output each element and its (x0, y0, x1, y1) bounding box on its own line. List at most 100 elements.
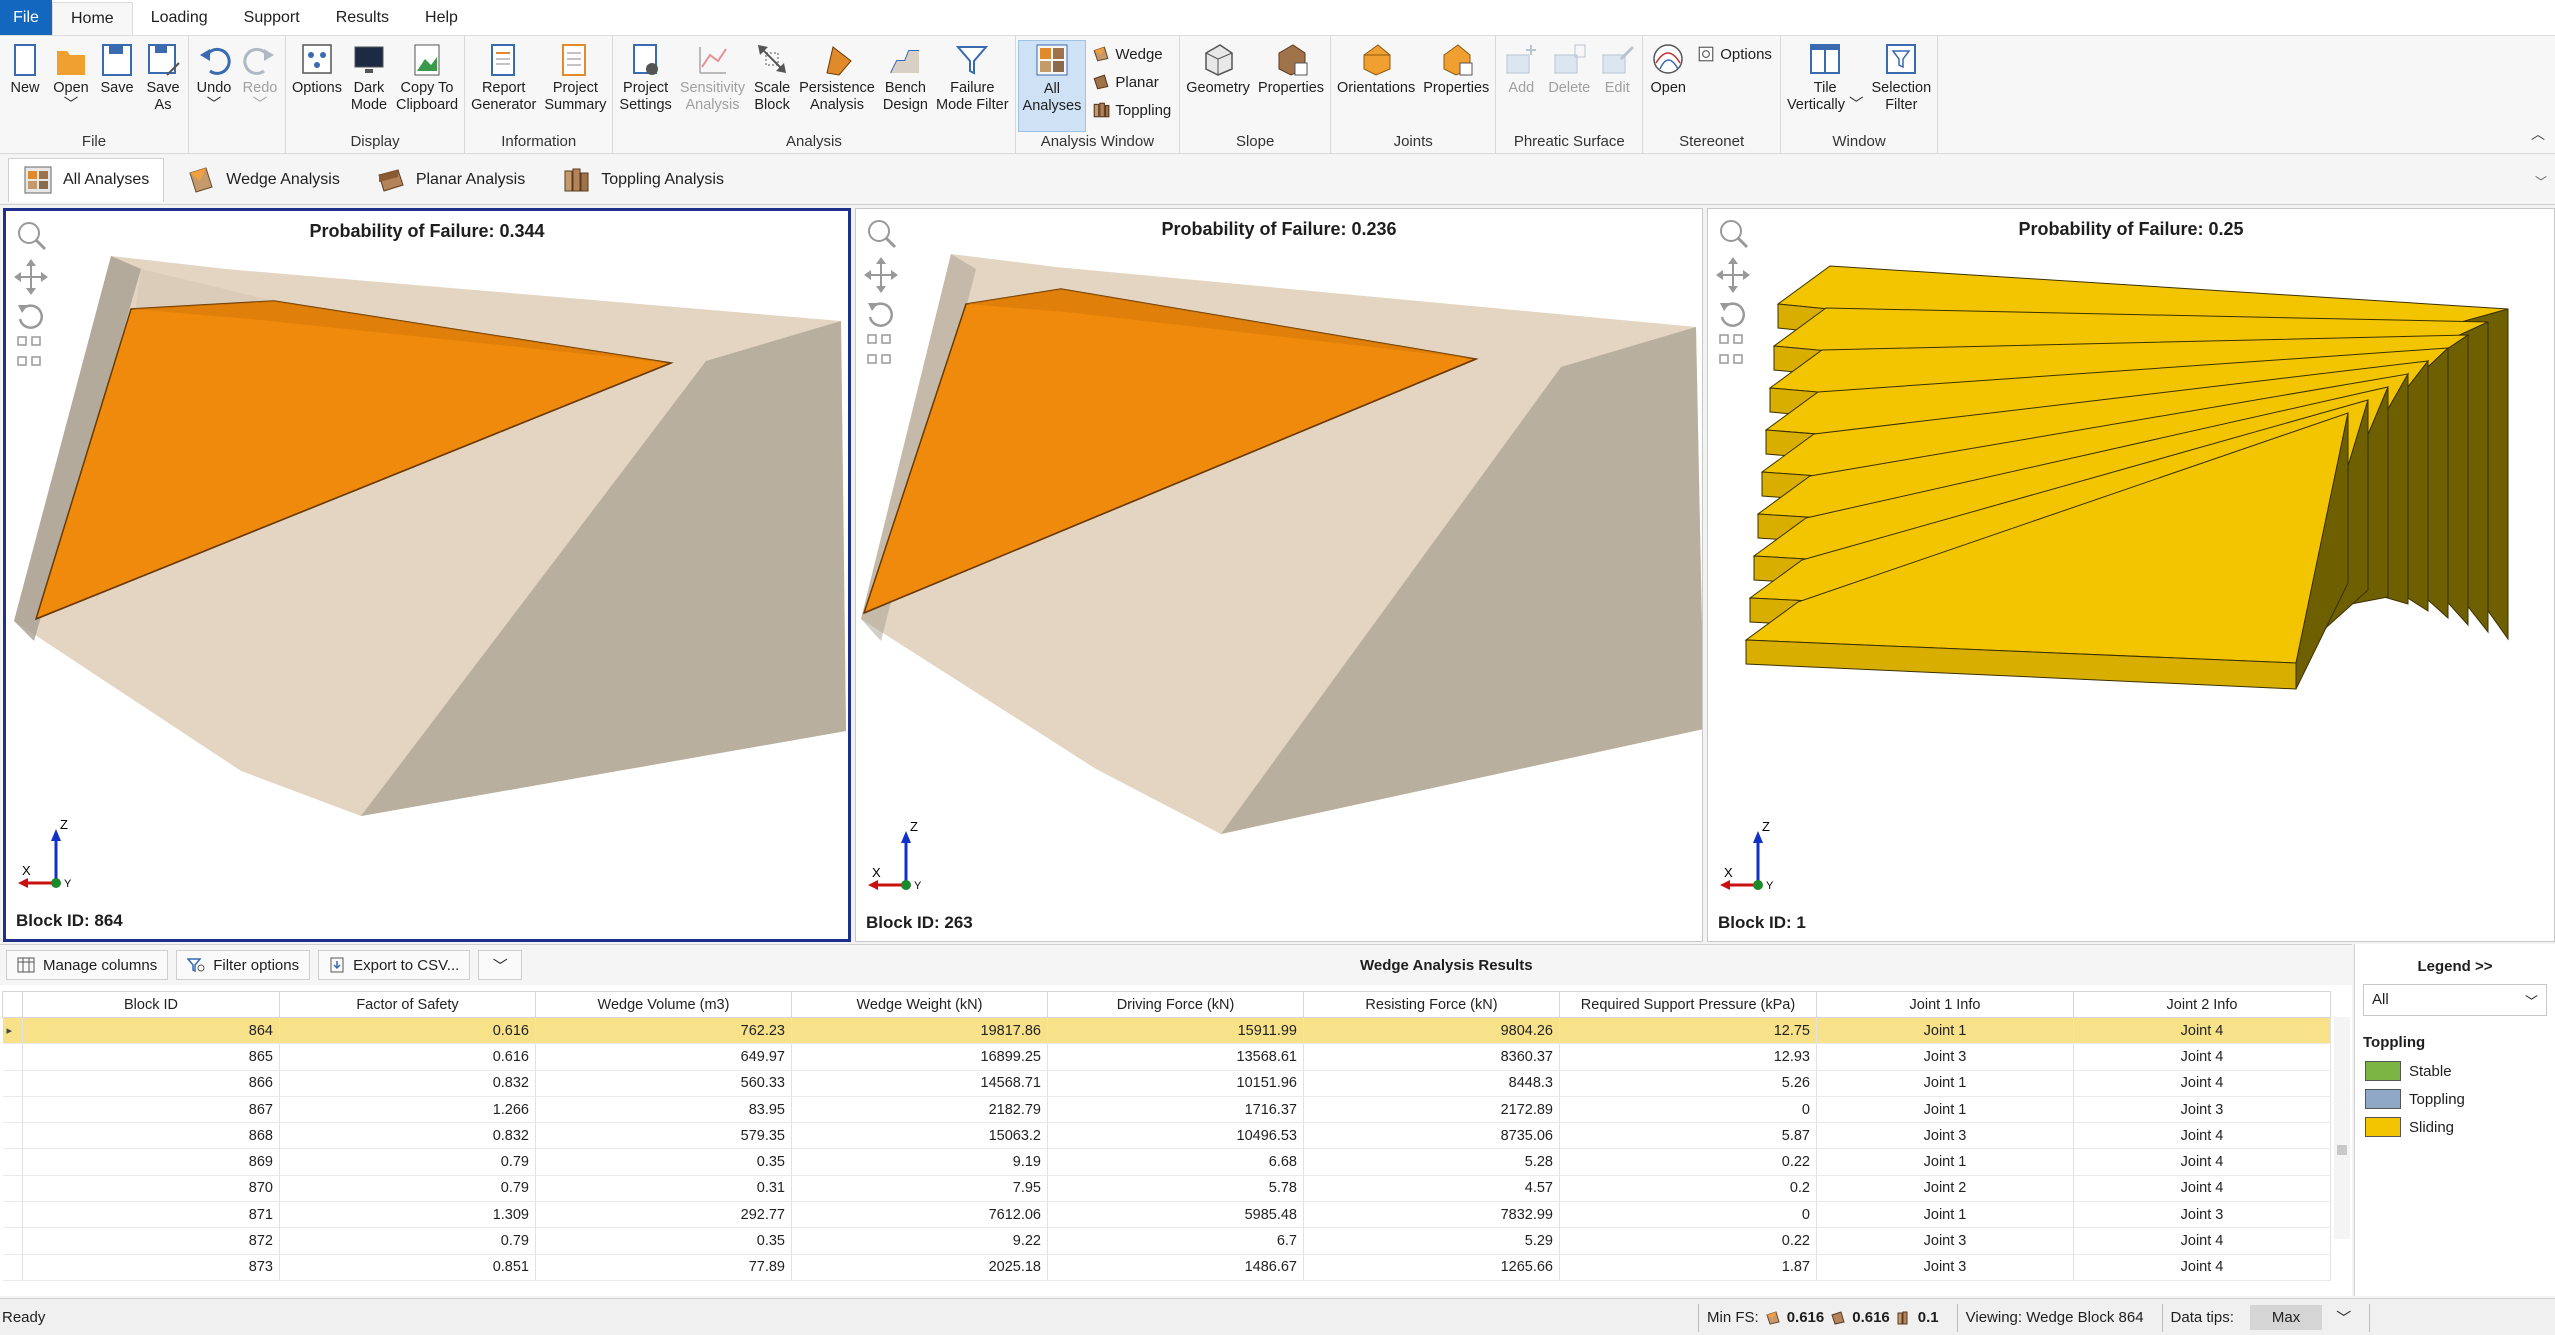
ribbon-button-orientations[interactable]: Orientations (1333, 40, 1419, 132)
ribbon-button-label: Orientations (1337, 80, 1416, 96)
viewport-all-analyses-wedge[interactable]: Probability of Failure: 0.344 Z X Y Bloc… (3, 208, 851, 942)
zoom-icon[interactable] (1720, 220, 1749, 249)
ribbon-button-persistence[interactable]: Persistence Analysis (795, 40, 879, 132)
pan-icon[interactable] (14, 259, 48, 295)
ribbon-button-geometry[interactable]: Geometry (1182, 40, 1254, 132)
legend-header[interactable]: Legend >> (2355, 958, 2555, 975)
ribbon-button-scale[interactable]: Scale Block (749, 40, 795, 132)
column-header[interactable]: Driving Force (kN) (1047, 991, 1304, 1018)
viewport-toppling-analysis[interactable]: Probability of Failure: 0.25 Z X Y Block… (1707, 208, 2555, 942)
viewport-wedge-analysis[interactable]: Probability of Failure: 0.236 Z X Y Bloc… (855, 208, 1703, 942)
column-header[interactable]: Wedge Weight (kN) (791, 991, 1048, 1018)
table-row[interactable]: 871 1.309 292.77 7612.06 5985.48 7832.99 0 Join… (2, 1201, 2331, 1229)
row-indicator (2, 1070, 23, 1097)
table-row[interactable]: 867 1.266 83.95 2182.79 1716.37 2172.89 0 Joint… (2, 1096, 2331, 1124)
ribbon-button-properties[interactable]: Properties (1254, 40, 1328, 132)
ribbon-small-toppling[interactable]: Toppling (1092, 98, 1171, 122)
table-row[interactable]: 866 0.832 560.33 14568.71 10151.96 8448.3 5.26… (2, 1070, 2331, 1097)
ribbon-button-bench[interactable]: Bench Design (879, 40, 932, 132)
column-header[interactable]: Wedge Volume (m3) (535, 991, 792, 1018)
row-indicator: ▸ (2, 1017, 23, 1045)
column-header[interactable]: Joint 2 Info (2073, 991, 2331, 1018)
table-row[interactable]: ▸ 864 0.616 762.23 19817.86 15911.99 9804.26 12… (2, 1017, 2331, 1045)
pan-icon[interactable] (864, 257, 898, 293)
column-header[interactable]: Factor of Safety (279, 991, 536, 1018)
export-csv-button[interactable]: Export to CSV... (318, 950, 471, 980)
tabs-overflow-icon[interactable]: ﹀ (2535, 173, 2547, 190)
stereonet-icon (1650, 40, 1686, 80)
ribbon-button-copy-to[interactable]: Copy To Clipboard (392, 40, 462, 132)
export-dropdown-button[interactable]: ﹀ (478, 950, 523, 980)
summary-icon (557, 40, 593, 80)
edit-icon (1599, 40, 1635, 80)
data-tips-max-select[interactable]: Max (2249, 1305, 2323, 1330)
ribbon-button-options[interactable]: Options (288, 40, 346, 132)
ribbon-group-label: Joints (1393, 133, 1433, 150)
ribbon-button-tile[interactable]: Tile Vertically ﹀ (1783, 40, 1868, 132)
table-row[interactable]: 869 0.79 0.35 9.19 6.68 5.28 0.22 Joint 1 Joint … (2, 1148, 2331, 1176)
tab-all-analyses[interactable]: All Analyses (8, 157, 165, 202)
chevron-down-icon[interactable]: ﹀ (2336, 1307, 2351, 1328)
menu-home[interactable]: Home (52, 2, 133, 35)
ribbon-button-label: Add (1508, 80, 1535, 96)
ribbon-group-label (189, 132, 285, 154)
menu-results[interactable]: Results (318, 0, 407, 35)
ribbon-small-label: Planar (1115, 73, 1159, 91)
zoom-icon[interactable] (868, 220, 897, 249)
filter-options-button[interactable]: Filter options (176, 950, 311, 980)
results-grid[interactable]: Block ID Factor of Safety Wedge Volume (m3… (2, 991, 2334, 1291)
ribbon-button-failure[interactable]: Failure Mode Filter (932, 40, 1013, 132)
ribbon-button-open[interactable]: Open ﹀ (48, 40, 94, 132)
menu-loading[interactable]: Loading (133, 0, 226, 35)
ribbon-button-undo[interactable]: Undo ﹀ (191, 40, 237, 132)
ribbon-button-project[interactable]: Project Settings (615, 40, 675, 132)
table-cell: 16899.25 (791, 1043, 1048, 1071)
ribbon-button-selection[interactable]: Selection Filter (1868, 40, 1936, 132)
tab-planar-analysis[interactable]: Planar Analysis (362, 158, 539, 202)
legend-select[interactable]: All ﹀ (2363, 984, 2547, 1016)
ribbon-button-project[interactable]: Project Summary (540, 40, 610, 132)
menu-file[interactable]: File (0, 0, 52, 35)
ribbon-button-save[interactable]: Save (94, 40, 140, 132)
ribbon-small-wedge[interactable]: Wedge (1092, 42, 1171, 66)
ribbon-button-save[interactable]: Save As (140, 40, 186, 132)
table-row[interactable]: 873 0.851 77.89 2025.18 1486.67 1265.66 1.87 Jo… (2, 1254, 2331, 1281)
table-row[interactable]: 872 0.79 0.35 9.22 6.7 5.29 0.22 Joint 3 Joint 4 (2, 1227, 2331, 1255)
table-cell: 869 (22, 1148, 280, 1176)
viewport-title: Probability of Failure: 0.25 (2018, 219, 2244, 239)
rotate-icon[interactable] (868, 302, 893, 327)
pan-icon[interactable] (1716, 257, 1750, 293)
tab-toppling-analysis[interactable]: Toppling Analysis (547, 158, 738, 202)
menu-support[interactable]: Support (226, 0, 318, 35)
fit-view-icon[interactable] (867, 334, 891, 364)
manage-columns-label: Manage columns (43, 956, 158, 974)
ribbon-small-options[interactable]: Options (1697, 42, 1772, 66)
table-row[interactable]: 865 0.616 649.97 16899.25 13568.61 8360.37 12.… (2, 1043, 2331, 1071)
column-header[interactable]: Joint 1 Info (1816, 991, 2074, 1018)
ribbon-button-new[interactable]: New (2, 40, 48, 132)
ribbon-button-open[interactable]: Open (1645, 40, 1691, 132)
ribbon-button-all[interactable]: All Analyses (1017, 40, 1087, 132)
ribbon-button-report[interactable]: Report Generator (467, 40, 540, 132)
fit-view-icon[interactable] (17, 336, 41, 366)
fit-view-icon[interactable] (1719, 334, 1743, 364)
table-header: Block ID Factor of Safety Wedge Volume (m3… (2, 991, 2331, 1018)
table-row[interactable]: 870 0.79 0.31 7.95 5.78 4.57 0.2 Joint 2 Joint 4 (2, 1175, 2331, 1203)
ribbon-button-dark[interactable]: Dark Mode (346, 40, 392, 132)
zoom-icon[interactable] (18, 222, 47, 251)
menu-bar: File Home Loading Support Results Help (0, 0, 2555, 36)
grid-scrollbar[interactable] (2334, 1017, 2350, 1239)
rotate-icon[interactable] (18, 304, 43, 329)
ribbon-small-planar[interactable]: Planar (1092, 70, 1171, 94)
column-header[interactable]: Resisting Force (kN) (1303, 991, 1560, 1018)
menu-help[interactable]: Help (407, 0, 476, 35)
collapse-ribbon-icon[interactable]: ︿ (2531, 124, 2545, 144)
rotate-icon[interactable] (1720, 302, 1745, 327)
column-header[interactable]: Required Support Pressure (kPa) (1559, 991, 1817, 1018)
table-row[interactable]: 868 0.832 579.35 15063.2 10496.53 8735.06 5.87… (2, 1122, 2331, 1150)
scrollbar-thumb[interactable] (2337, 1145, 2347, 1155)
tab-wedge-analysis[interactable]: Wedge Analysis (172, 158, 354, 202)
ribbon-button-properties[interactable]: Properties (1419, 40, 1493, 132)
manage-columns-button[interactable]: Manage columns (6, 950, 169, 980)
column-header[interactable]: Block ID (22, 991, 280, 1018)
